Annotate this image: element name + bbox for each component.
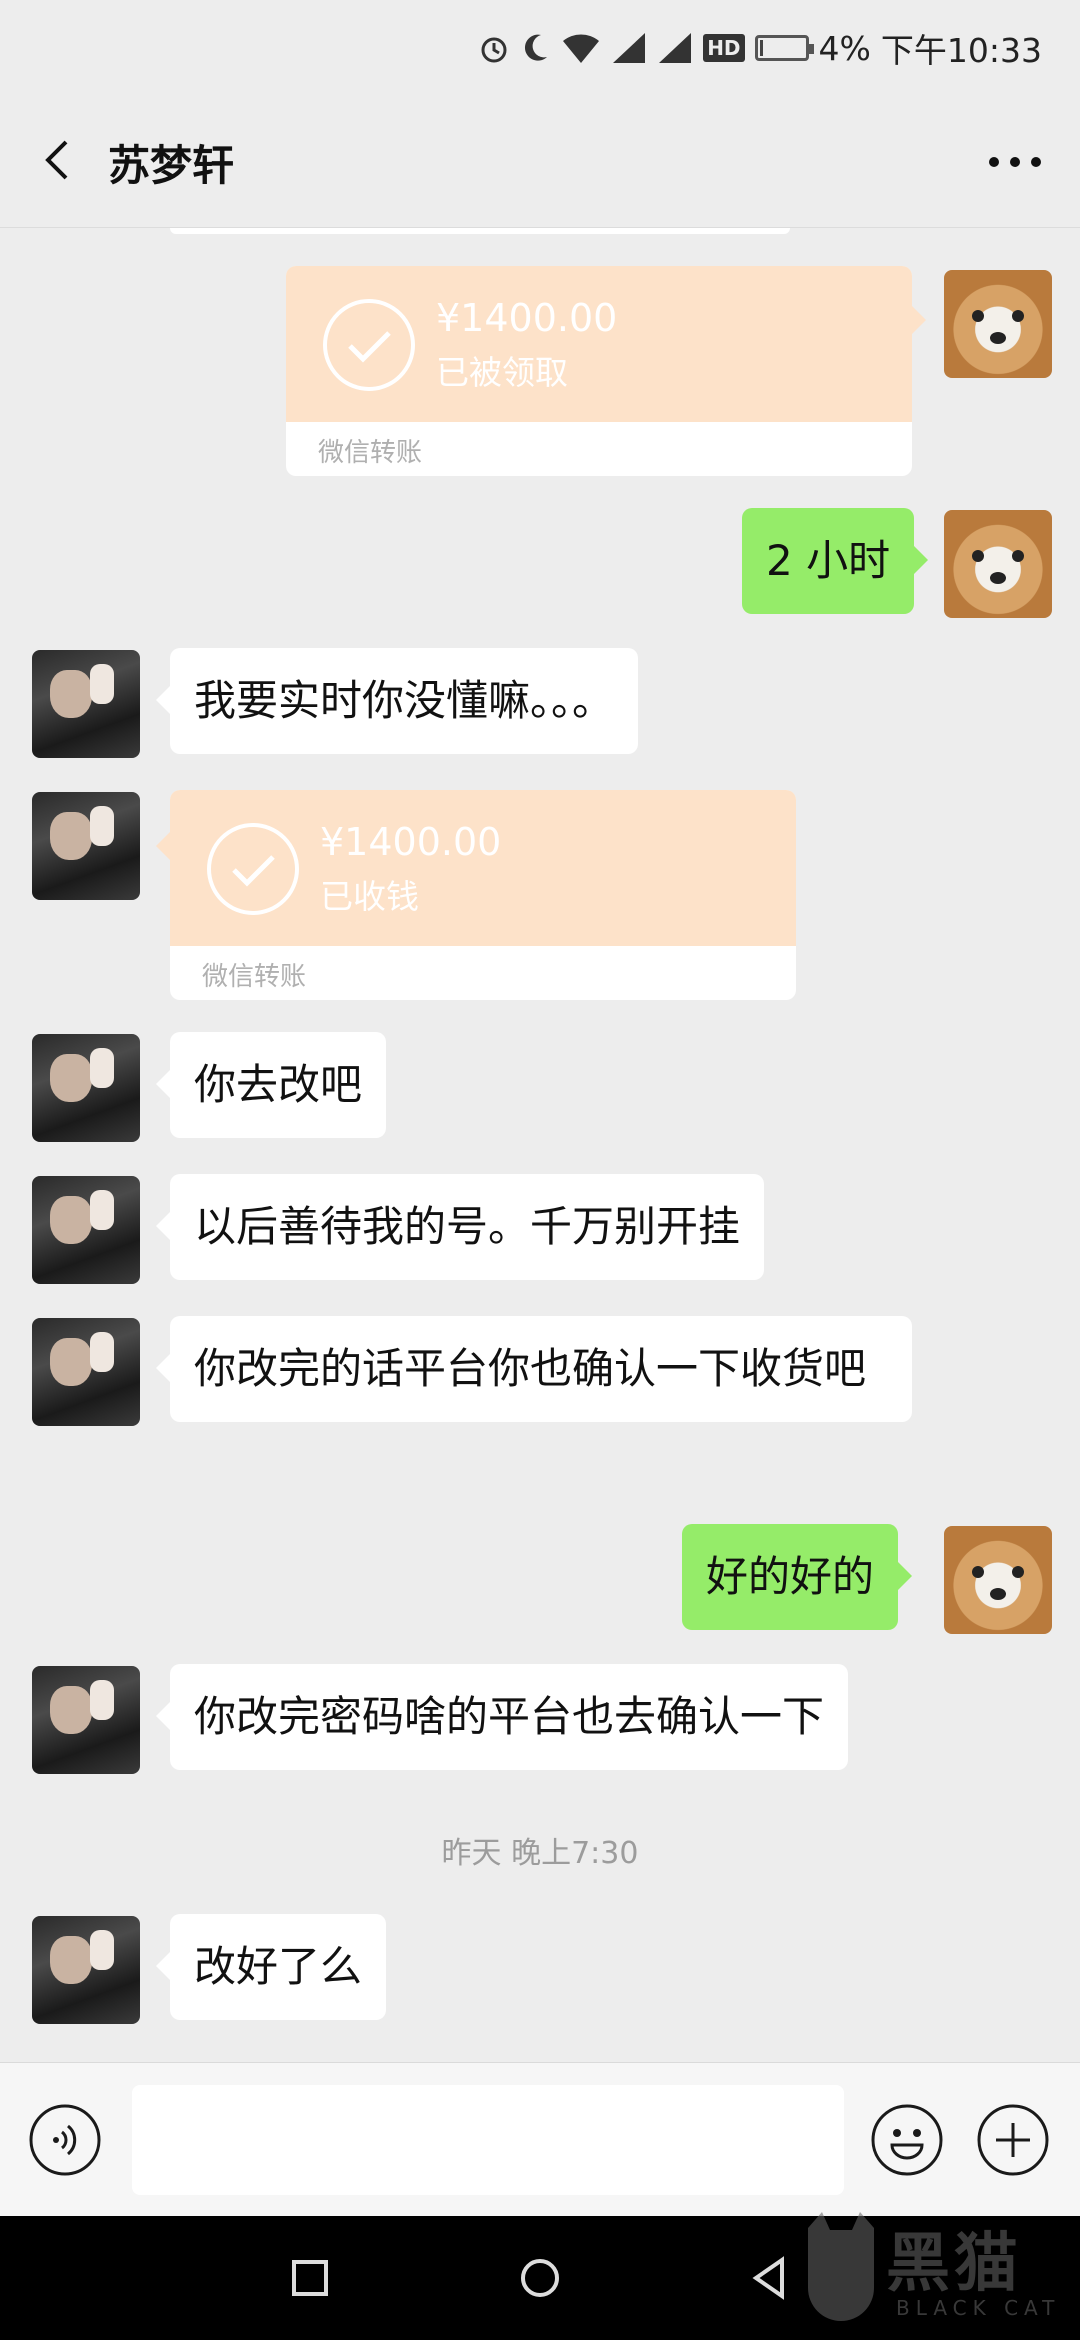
clock: 下午10:33 — [880, 31, 1042, 70]
signal-icon — [613, 33, 646, 63]
avatar-me[interactable] — [944, 510, 1052, 618]
transfer-status: 已收钱 — [320, 877, 419, 916]
avatar-me[interactable] — [944, 1526, 1052, 1634]
transfer-label: 微信转账 — [202, 962, 307, 992]
input-bar — [0, 2062, 1080, 2216]
message-input[interactable] — [132, 2085, 844, 2195]
cat-icon — [808, 2212, 874, 2321]
message-bubble-sent[interactable]: 好的好的 — [682, 1524, 913, 1630]
battery-percent: 4% — [818, 28, 871, 68]
partial-message — [170, 228, 790, 234]
avatar-contact[interactable] — [32, 650, 140, 758]
message-bubble-sent[interactable]: 2 小时 — [742, 508, 929, 614]
transfer-status: 已被领取 — [436, 353, 568, 392]
check-circle-icon — [207, 823, 299, 915]
avatar-contact[interactable] — [32, 1318, 140, 1426]
message-bubble-received[interactable]: 你改完的话平台你也确认一下收货吧 — [156, 1316, 912, 1422]
plus-icon[interactable] — [976, 2103, 1050, 2177]
chat-header: 苏梦轩 — [0, 96, 1080, 228]
status-icons: HD 4% 下午10:33 — [477, 22, 1042, 74]
message-list[interactable]: ¥1400.00 已被领取 微信转账 2 小时 我要实时你没懂嘛。。。 ¥140… — [0, 228, 1080, 2062]
chat-title: 苏梦轩 — [108, 141, 235, 190]
transfer-card-sent[interactable]: ¥1400.00 已被领取 微信转账 — [286, 266, 912, 476]
watermark-logo: 黑猫 BLACK CAT — [790, 2200, 1080, 2340]
watermark-subtext: BLACK CAT — [896, 2296, 1061, 2320]
check-circle-icon — [323, 299, 415, 391]
emoji-icon[interactable] — [870, 2103, 944, 2177]
message-timestamp: 昨天 晚上7:30 — [441, 1836, 639, 1871]
moon-icon — [525, 34, 548, 61]
wifi-icon — [563, 34, 600, 63]
recent-apps-icon[interactable] — [280, 2248, 340, 2308]
transfer-amount: ¥1400.00 — [320, 820, 502, 864]
message-bubble-received[interactable]: 我要实时你没懂嘛。。。 — [155, 648, 639, 754]
message-bubble-received[interactable]: 改好了么 — [155, 1914, 387, 2020]
transfer-card-received[interactable]: ¥1400.00 已收钱 微信转账 — [170, 790, 796, 1000]
avatar-me[interactable] — [944, 270, 1052, 378]
transfer-label: 微信转账 — [318, 438, 423, 468]
battery-icon — [754, 35, 814, 61]
transfer-amount: ¥1400.00 — [436, 296, 618, 340]
home-icon[interactable] — [510, 2248, 570, 2308]
chevron-left-icon[interactable] — [30, 130, 90, 190]
message-bubble-received[interactable]: 你改完密码啥的平台也去确认一下 — [155, 1664, 849, 1770]
avatar-contact[interactable] — [32, 1916, 140, 2024]
signal-icon — [659, 33, 692, 63]
voice-icon[interactable] — [28, 2103, 102, 2177]
hd-icon: HD — [703, 34, 745, 62]
bubble-tail — [912, 306, 926, 334]
avatar-contact[interactable] — [32, 1034, 140, 1142]
avatar-contact[interactable] — [32, 1666, 140, 1774]
message-bubble-received[interactable]: 你去改吧 — [155, 1032, 387, 1138]
status-bar: HD 4% 下午10:33 — [0, 0, 1080, 96]
watermark-text: 黑猫 — [886, 2227, 1022, 2301]
bubble-tail — [156, 832, 170, 860]
alarm-icon — [481, 37, 507, 63]
more-icon[interactable] — [980, 134, 1050, 190]
avatar-contact[interactable] — [32, 792, 140, 900]
avatar-contact[interactable] — [32, 1176, 140, 1284]
message-bubble-received[interactable]: 以后善待我的号。千万别开挂 — [155, 1174, 765, 1280]
